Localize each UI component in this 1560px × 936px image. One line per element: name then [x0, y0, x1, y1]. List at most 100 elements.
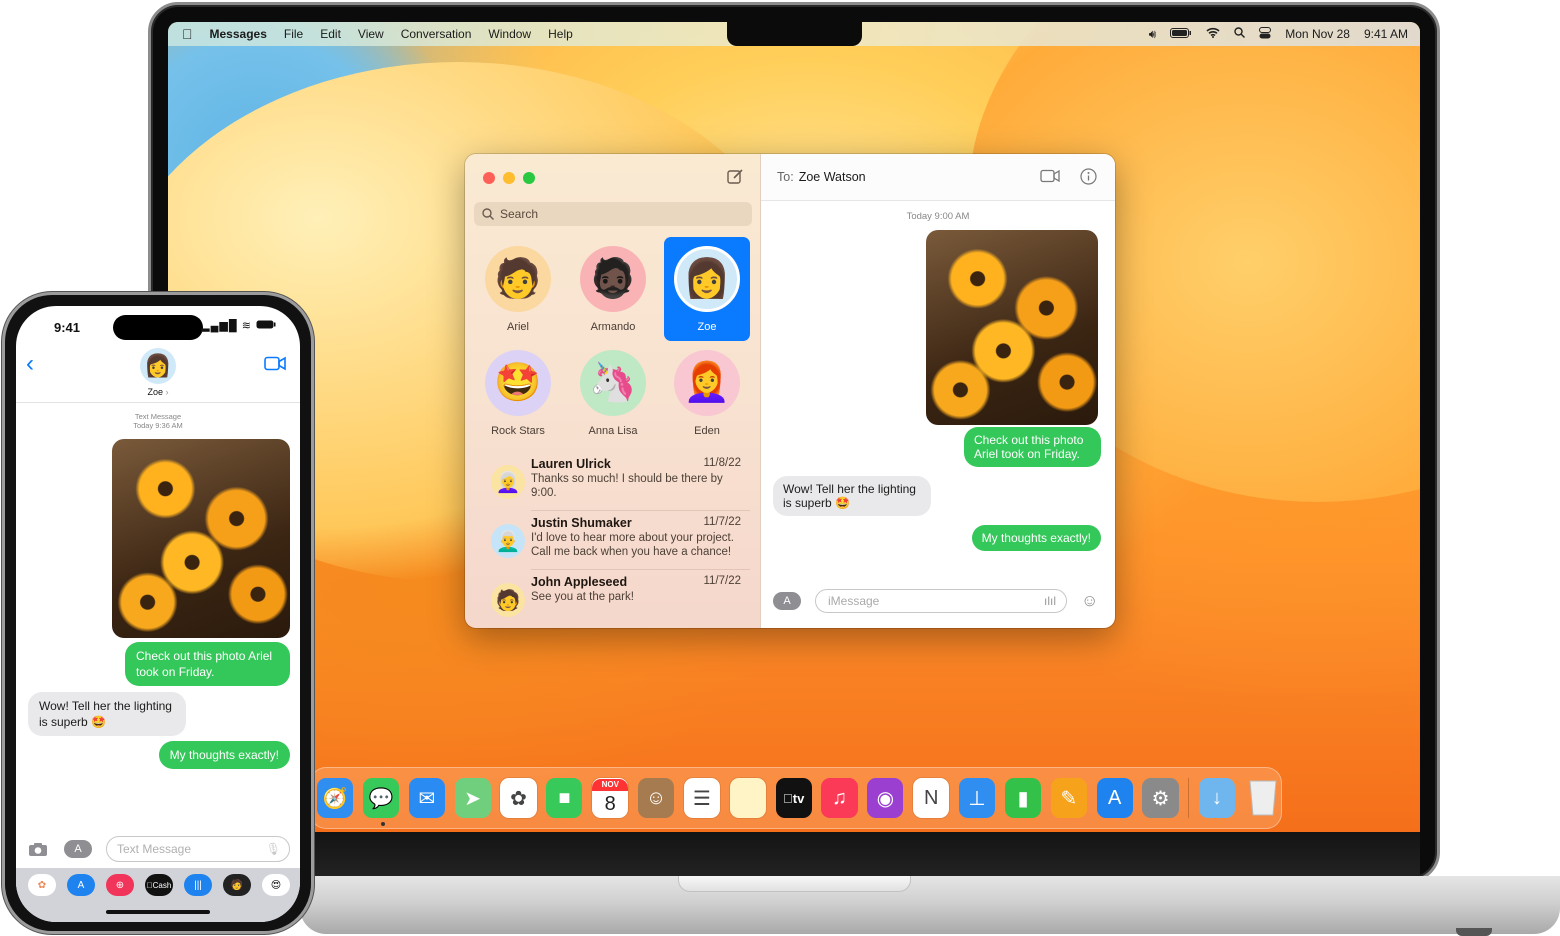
maps-icon[interactable]: ➤ — [454, 778, 491, 818]
menu-conversation[interactable]: Conversation — [401, 27, 472, 41]
menu-view[interactable]: View — [358, 27, 384, 41]
minimize-button[interactable] — [503, 172, 515, 184]
facetime-icon[interactable]: ■ — [546, 778, 583, 818]
audio-waveform-icon[interactable]: ılıl — [1044, 590, 1056, 612]
thread-timestamp: Today 9:36 AM — [133, 421, 183, 430]
menu-window[interactable]: Window — [488, 27, 531, 41]
app-store-apps-button[interactable]: A — [773, 592, 801, 610]
pinned-zoe[interactable]: 👩 Zoe — [664, 237, 750, 341]
pages-icon[interactable]: ✎ — [1050, 778, 1087, 818]
video-call-icon[interactable] — [1040, 169, 1060, 186]
microphone-icon[interactable]: 🎙︎ — [266, 837, 281, 861]
photos-icon[interactable]: ✿ — [28, 874, 56, 896]
pinned-name: Zoe — [697, 321, 717, 333]
battery-icon[interactable] — [1170, 27, 1192, 41]
trash-icon[interactable] — [1245, 778, 1281, 818]
unicorn-memoji-avatar: 🦄 — [580, 350, 646, 416]
pinned-name: Anna Lisa — [588, 425, 638, 437]
message-bubble-outgoing: My thoughts exactly! — [158, 741, 290, 769]
control-center-icon[interactable] — [1259, 26, 1272, 42]
text-message-input[interactable]: Text Message 🎙︎ — [106, 836, 290, 862]
recipient-name[interactable]: Zoe Watson — [799, 170, 866, 184]
macbook-base — [300, 876, 1560, 934]
app-store-apps-button[interactable]: A — [64, 840, 92, 858]
back-chevron-icon[interactable]: ‹ — [26, 350, 34, 378]
apple-logo-icon[interactable]:  — [182, 26, 193, 42]
pinned-eden[interactable]: 👩‍🦰 Eden — [664, 341, 750, 445]
memoji-icon[interactable]: 🧑 — [223, 874, 251, 896]
audio-message-icon[interactable]: ||| — [184, 874, 212, 896]
apple-tv-icon[interactable]: tv — [775, 778, 812, 818]
text-message-placeholder: Text Message — [117, 842, 192, 856]
system-settings-icon[interactable]: ⚙ — [1142, 778, 1179, 818]
conversation-name: John Appleseed — [531, 575, 628, 589]
app-store-icon[interactable]: A — [1096, 778, 1133, 818]
image-search-icon[interactable]: ⊕ — [106, 874, 134, 896]
apple-cash-icon[interactable]: Cash — [145, 874, 173, 896]
contact-avatar[interactable]: 👩 — [140, 348, 176, 384]
conversation-date: 11/7/22 — [703, 575, 741, 587]
menu-date[interactable]: Mon Nov 28 — [1285, 27, 1350, 41]
search-field[interactable]: Search — [474, 202, 752, 226]
contact-name[interactable]: Zoe › — [16, 387, 300, 397]
emoji-icon[interactable]: ☺ — [1081, 591, 1098, 611]
menu-help[interactable]: Help — [548, 27, 573, 41]
camera-icon[interactable] — [28, 842, 48, 860]
volume-icon[interactable]: 🔊︎ — [1149, 27, 1157, 42]
conversation-item[interactable]: 🧑 John Appleseed 11/7/22 See you at the par… — [485, 575, 751, 628]
facetime-video-icon[interactable] — [264, 356, 286, 376]
notes-icon[interactable] — [729, 778, 766, 818]
menu-time[interactable]: 9:41 AM — [1364, 27, 1408, 41]
news-icon[interactable]: N — [913, 778, 950, 818]
search-icon[interactable] — [1234, 27, 1246, 41]
compose-icon[interactable] — [726, 168, 744, 186]
macbook-lid-notch — [678, 876, 911, 892]
mail-icon[interactable]: ✉ — [408, 778, 445, 818]
pinned-rock-stars[interactable]: 🤩 Rock Stars — [475, 341, 561, 445]
thread-label: Text Message — [134, 412, 182, 421]
conversation-item[interactable]: 👩‍🦳 Lauren Ulrick 11/8/22 Thanks so much! I… — [485, 457, 751, 515]
memoji-armando-avatar: 🧔🏿 — [580, 246, 646, 312]
info-icon[interactable] — [1080, 168, 1097, 188]
pinned-ariel[interactable]: 🧑 Ariel — [475, 237, 561, 341]
iphone-screen: 9:41 ▂▄▆█ ≋ ‹ 👩 Zoe › Text Message Today… — [16, 306, 300, 922]
imessage-input[interactable]: iMessage ılıl — [815, 589, 1067, 613]
numbers-icon[interactable]: ▮ — [1004, 778, 1042, 818]
sunflowers-photo[interactable] — [926, 230, 1098, 425]
reminders-icon[interactable]: ☰ — [683, 778, 721, 818]
home-indicator — [106, 910, 210, 914]
photos-icon[interactable]: ✿ — [500, 778, 537, 818]
menu-file[interactable]: File — [284, 27, 303, 41]
conversation-date: 11/8/22 — [703, 457, 741, 469]
memoji-stickers-icon[interactable]: 😍 — [262, 874, 290, 896]
pinned-armando[interactable]: 🧔🏿 Armando — [570, 237, 656, 341]
zoom-button[interactable] — [523, 172, 535, 184]
memoji-eden-avatar: 👩‍🦰 — [674, 350, 740, 416]
downloads-folder-icon[interactable]: ↓ — [1198, 778, 1236, 818]
app-store-icon[interactable]: A — [67, 874, 95, 896]
conversation-item[interactable]: 👨‍🦳 Justin Shumaker 11/7/22 I'd love to hea… — [485, 516, 751, 574]
menu-app-name[interactable]: Messages — [210, 27, 267, 41]
status-time: 9:41 — [54, 320, 81, 335]
calendar-icon[interactable]: NOV 8 — [592, 778, 629, 818]
search-placeholder: Search — [500, 207, 539, 221]
podcasts-icon[interactable]: ◉ — [867, 778, 904, 818]
close-button[interactable] — [483, 172, 495, 184]
menu-edit[interactable]: Edit — [320, 27, 341, 41]
chat-header: To: Zoe Watson — [761, 154, 1115, 201]
keynote-icon[interactable]: ⊥ — [959, 778, 996, 818]
messages-sidebar: Search 🧑 Ariel 🧔🏿 Armando 👩 Zoe 🤩 Rock Stars 🦄 An… — [465, 154, 761, 628]
sunflowers-photo[interactable] — [112, 439, 290, 638]
pinned-anna-lisa[interactable]: 🦄 Anna Lisa — [570, 341, 656, 445]
pinned-name: Eden — [694, 425, 720, 437]
wifi-icon[interactable] — [1206, 27, 1220, 41]
camera-notch — [727, 20, 862, 46]
avatar: 🧑 — [491, 583, 525, 617]
safari-icon[interactable]: 🧭 — [317, 778, 354, 818]
star-struck-emoji-avatar: 🤩 — [485, 350, 551, 416]
contacts-icon[interactable]: ☺ — [638, 778, 675, 818]
music-icon[interactable]: ♫ — [821, 778, 858, 818]
conversation-date: 11/7/22 — [703, 516, 741, 528]
messages-icon[interactable]: 💬 — [362, 778, 400, 826]
avatar: 👨‍🦳 — [491, 524, 525, 558]
